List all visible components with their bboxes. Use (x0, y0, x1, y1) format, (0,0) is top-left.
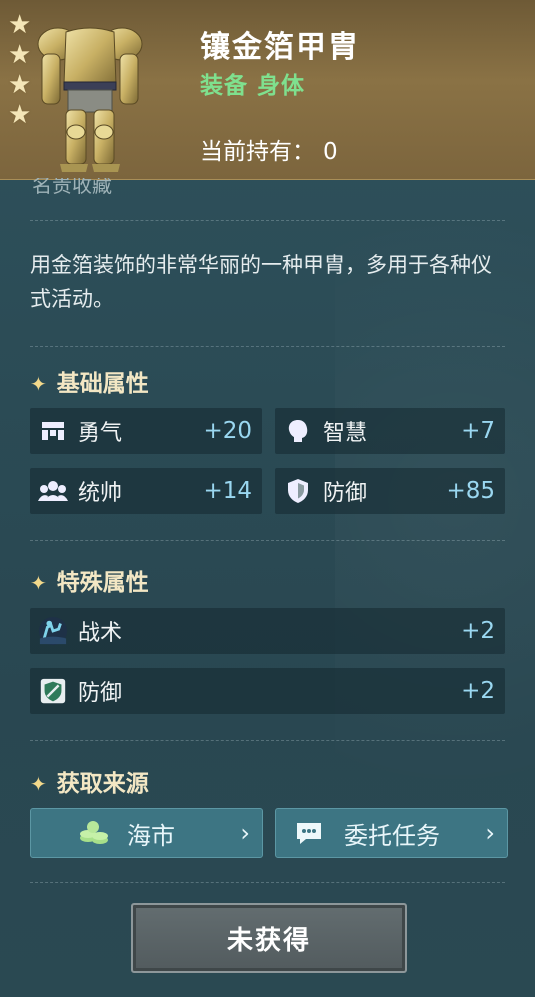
tactics-icon (38, 616, 68, 646)
divider (30, 346, 505, 347)
sparkle-icon: ✦ (30, 372, 47, 396)
stat-command: 统帅 +14 (30, 468, 262, 514)
item-header: ★ ★ ★ ★ 镶金箔甲胄 装备 身体 当前持有： 0 (0, 0, 535, 180)
stat-defense: 防御 +85 (275, 468, 505, 514)
star-icon: ★ (8, 10, 32, 40)
divider (30, 882, 505, 883)
stat-value: +85 (446, 478, 495, 504)
divider (30, 220, 505, 221)
divider (30, 540, 505, 541)
stat-value: +2 (461, 618, 495, 644)
not-obtained-button[interactable]: 未获得 (131, 903, 407, 973)
stat-label: 勇气 (78, 421, 123, 446)
basic-attributes-label: 基础属性 (56, 371, 149, 397)
stat-value: +7 (461, 418, 495, 444)
defense-skill-icon (38, 676, 68, 706)
stat-value: +20 (203, 418, 252, 444)
owned-value: 0 (323, 139, 338, 165)
stat-label: 智慧 (323, 421, 368, 446)
stat-defense-skill: 防御 +2 (30, 668, 505, 714)
divider (30, 740, 505, 741)
star-icon: ★ (8, 70, 32, 100)
stat-label: 防御 (78, 681, 123, 706)
stat-wisdom: 智慧 +7 (275, 408, 505, 454)
chat-bubble-icon (294, 820, 328, 846)
basic-attributes-title: ✦ 基础属性 (30, 364, 149, 398)
sparkle-icon: ✦ (30, 772, 47, 796)
owned-label: 当前持有： (200, 139, 315, 165)
chevron-right-icon: › (240, 819, 250, 847)
coins-icon (79, 820, 113, 846)
rarity-stars: ★ ★ ★ ★ (8, 12, 34, 132)
wisdom-icon (283, 416, 313, 446)
source-button-commission[interactable]: 委托任务 › (275, 808, 508, 858)
not-obtained-label: 未获得 (226, 925, 311, 956)
stat-courage: 勇气 +20 (30, 408, 262, 454)
collection-tag: 名贵收藏 (32, 178, 112, 196)
star-icon: ★ (8, 40, 32, 70)
source-title: ✦ 获取来源 (30, 764, 149, 798)
item-name: 镶金箔甲胄 (200, 30, 360, 65)
armor-image (37, 27, 143, 172)
source-button-label: 海市 (127, 821, 175, 850)
source-label: 获取来源 (56, 771, 149, 797)
source-button-label: 委托任务 (344, 821, 440, 850)
item-type: 装备 身体 (200, 73, 306, 99)
special-attributes-label: 特殊属性 (56, 570, 149, 596)
special-attributes-title: ✦ 特殊属性 (30, 563, 149, 597)
stat-label: 统帅 (78, 481, 123, 506)
chevron-right-icon: › (485, 819, 495, 847)
command-icon (38, 476, 68, 506)
courage-icon (38, 416, 68, 446)
star-icon: ★ (8, 100, 32, 130)
item-description: 用金箔装饰的非常华丽的一种甲胄，多用于各种仪式活动。 (30, 253, 492, 311)
stat-label: 防御 (323, 481, 368, 506)
shield-icon (283, 476, 313, 506)
stat-value: +14 (203, 478, 252, 504)
stat-tactics: 战术 +2 (30, 608, 505, 654)
stat-label: 战术 (78, 621, 123, 646)
sparkle-icon: ✦ (30, 571, 47, 595)
owned-count: 当前持有： 0 (200, 132, 338, 166)
source-button-market[interactable]: 海市 › (30, 808, 263, 858)
stat-value: +2 (461, 678, 495, 704)
